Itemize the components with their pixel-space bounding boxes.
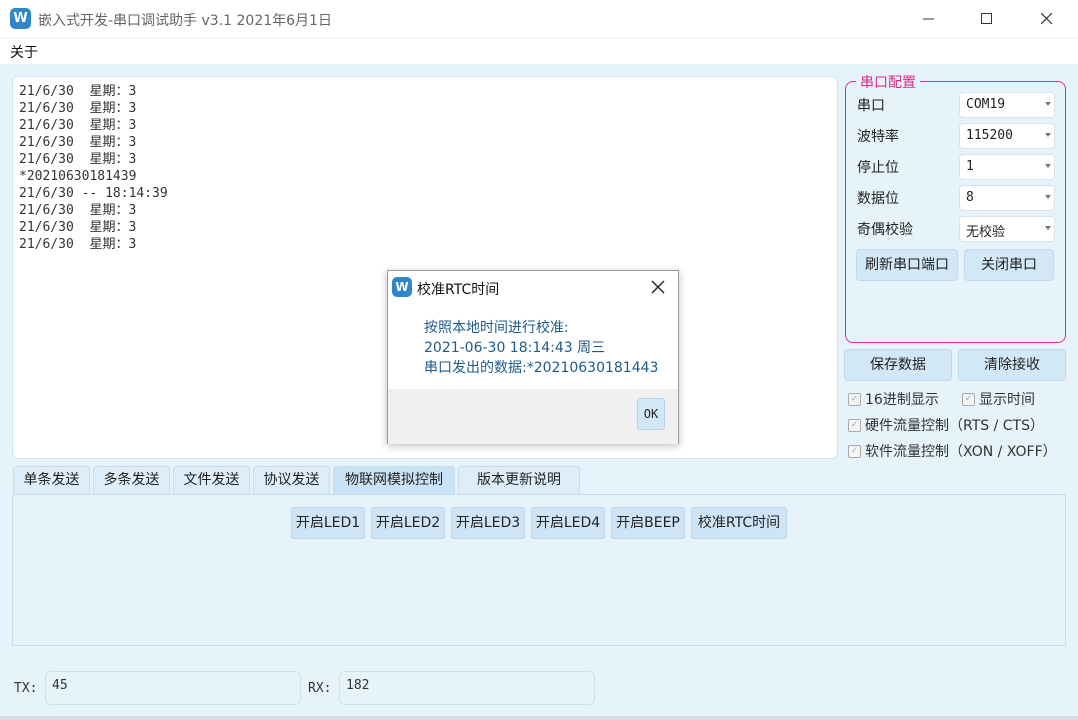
hw-flow-label: 硬件流量控制（RTS / CTS）: [865, 418, 1044, 434]
bottom-edge: [0, 716, 1078, 720]
serial-config-title: 串口配置: [856, 72, 920, 92]
close-icon: [651, 280, 665, 294]
chevron-down-icon: [1045, 226, 1051, 230]
stop-bits-value: 1: [966, 159, 974, 174]
dialog-title: 校准RTC时间: [417, 282, 500, 298]
port-label: 串口: [857, 98, 885, 114]
hex-display-checkbox[interactable]: ✓ 16进制显示: [848, 389, 939, 409]
dialog-close-button[interactable]: [646, 275, 670, 299]
tx-count: 45: [52, 678, 68, 693]
app-icon: W: [10, 8, 31, 29]
dialog-message: 按照本地时间进行校准: 2021-06-30 18:14:43 周三 串口发出的…: [424, 318, 658, 378]
clear-receive-button[interactable]: 清除接收: [958, 349, 1066, 381]
chevron-down-icon: [1045, 133, 1051, 137]
receive-line: 21/6/30 星期：3: [19, 220, 137, 235]
chevron-down-icon: [1045, 195, 1051, 199]
ok-button[interactable]: OK: [637, 398, 665, 430]
port-select[interactable]: COM19: [959, 92, 1055, 118]
parity-select[interactable]: 无校验: [959, 216, 1055, 242]
minimize-icon: [923, 18, 934, 20]
maximize-button[interactable]: [958, 0, 1016, 38]
checkbox-icon: ✓: [848, 444, 861, 458]
receive-line: 21/6/30 星期：3: [19, 84, 137, 99]
baud-label: 波特率: [857, 129, 899, 145]
led3-button[interactable]: 开启LED3: [451, 507, 525, 539]
title-bar: W 嵌入式开发-串口调试助手 v3.1 2021年6月1日: [0, 0, 1078, 38]
calibrate-rtc-button[interactable]: 校准RTC时间: [691, 507, 787, 539]
rx-count-field: 182: [339, 671, 595, 705]
dialog-line-3: 串口发出的数据:*20210630181443: [424, 360, 659, 376]
dialog-line-1: 按照本地时间进行校准:: [424, 320, 569, 336]
baud-value: 115200: [966, 128, 1013, 143]
chevron-down-icon: [1045, 102, 1051, 106]
data-bits-label: 数据位: [857, 191, 899, 207]
receive-line: 21/6/30 星期：3: [19, 135, 137, 150]
tx-label: TX:: [14, 681, 38, 696]
parity-value: 无校验: [966, 225, 1006, 240]
checkbox-icon: ✓: [848, 392, 861, 406]
baud-select[interactable]: 115200: [959, 123, 1055, 149]
chevron-down-icon: [1045, 164, 1051, 168]
receive-line: 21/6/30 星期：3: [19, 101, 137, 116]
parity-label: 奇偶校验: [857, 222, 913, 238]
led2-button[interactable]: 开启LED2: [371, 507, 445, 539]
minimize-button[interactable]: [900, 0, 958, 38]
checkbox-icon: ✓: [962, 392, 975, 406]
maximize-icon: [981, 13, 992, 24]
receive-line: 21/6/30 星期：3: [19, 203, 137, 218]
stop-bits-select[interactable]: 1: [959, 154, 1055, 180]
serial-config-group: 串口配置 串口 COM19 波特率 115200 停止位 1 数据位 8 奇偶校…: [845, 72, 1066, 343]
stop-bits-label: 停止位: [857, 160, 899, 176]
receive-line: 21/6/30 星期：3: [19, 152, 137, 167]
beep-button[interactable]: 开启BEEP: [611, 507, 685, 539]
window-title: 嵌入式开发-串口调试助手 v3.1 2021年6月1日: [38, 13, 332, 29]
receive-line: 21/6/30 星期：3: [19, 237, 137, 252]
tab-version-notes[interactable]: 版本更新说明: [458, 466, 580, 494]
menu-about[interactable]: 关于: [10, 42, 38, 62]
tab-file-send[interactable]: 文件发送: [173, 466, 250, 494]
save-data-button[interactable]: 保存数据: [844, 349, 952, 381]
tab-single-send[interactable]: 单条发送: [13, 466, 90, 494]
dialog-app-icon: W: [392, 277, 412, 297]
tab-multi-send[interactable]: 多条发送: [93, 466, 170, 494]
tx-count-field: 45: [45, 671, 301, 705]
data-bits-value: 8: [966, 190, 974, 205]
hw-flow-checkbox[interactable]: ✓ 硬件流量控制（RTS / CTS）: [848, 415, 1044, 435]
show-time-checkbox[interactable]: ✓ 显示时间: [962, 389, 1035, 409]
refresh-ports-button[interactable]: 刷新串口端口: [856, 249, 958, 281]
rtc-calibration-dialog: W 校准RTC时间 按照本地时间进行校准: 2021-06-30 18:14:4…: [387, 270, 679, 444]
sw-flow-label: 软件流量控制（XON / XOFF）: [865, 444, 1057, 460]
led4-button[interactable]: 开启LED4: [531, 507, 605, 539]
close-port-button[interactable]: 关闭串口: [964, 249, 1054, 281]
rx-label: RX:: [308, 681, 332, 696]
parity-row: 奇偶校验 无校验: [857, 216, 1057, 242]
led1-button[interactable]: 开启LED1: [291, 507, 365, 539]
port-row: 串口 COM19: [857, 92, 1057, 118]
checkbox-icon: ✓: [848, 418, 861, 432]
close-icon: [1041, 13, 1053, 25]
close-window-button[interactable]: [1018, 0, 1076, 38]
receive-line: *20210630181439: [19, 169, 137, 184]
sw-flow-checkbox[interactable]: ✓ 软件流量控制（XON / XOFF）: [848, 441, 1057, 461]
baud-row: 波特率 115200: [857, 123, 1057, 149]
rx-count: 182: [346, 678, 370, 693]
dialog-line-2: 2021-06-30 18:14:43 周三: [424, 340, 606, 356]
tab-protocol-send[interactable]: 协议发送: [253, 466, 330, 494]
stop-bits-row: 停止位 1: [857, 154, 1057, 180]
tab-iot-control[interactable]: 物联网模拟控制: [333, 466, 455, 494]
port-value: COM19: [966, 97, 1006, 112]
data-bits-row: 数据位 8: [857, 185, 1057, 211]
receive-line: 21/6/30 星期：3: [19, 118, 137, 133]
receive-line: 21/6/30 -- 18:14:39: [19, 186, 168, 201]
show-time-label: 显示时间: [979, 392, 1035, 408]
hex-display-label: 16进制显示: [865, 392, 939, 408]
menu-bar: 关于: [0, 38, 1078, 64]
dialog-footer: OK: [388, 389, 678, 444]
data-bits-select[interactable]: 8: [959, 185, 1055, 211]
